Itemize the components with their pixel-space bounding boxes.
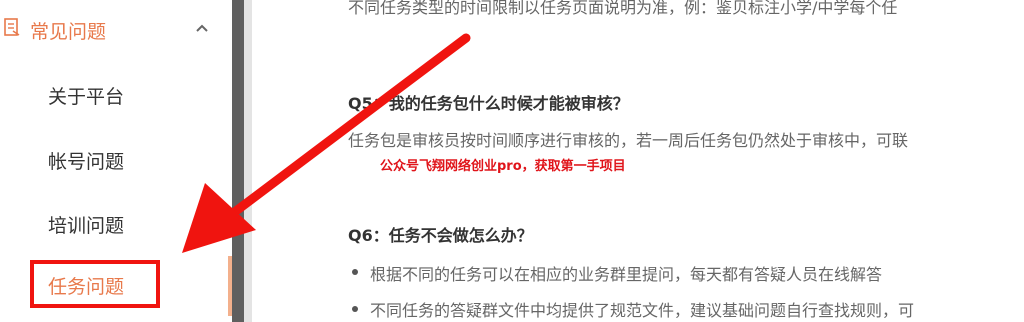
q6-bullet-1: 根据不同的任务可以在相应的业务群里提问，每天都有答疑人员在线解答 — [370, 265, 883, 284]
panel-divider — [244, 0, 252, 322]
main-content: 不同任务类型的时间限制以任务页面说明为准，例：鉴贝标注小学/中学每个任 Q5：我… — [252, 0, 1024, 322]
sidebar-item-about-platform[interactable]: 关于平台 — [48, 82, 124, 109]
sidebar: 常见问题 关于平台 帐号问题 培训问题 任务问题 — [0, 0, 232, 322]
bullet-dot — [352, 269, 358, 275]
q5-body: 任务包是审核员按时间顺序进行审核的，若一周后任务包仍然处于审核中，可联 — [348, 131, 909, 150]
q6-title: Q6：任务不会做怎么办？ — [348, 226, 533, 245]
bullet-dot — [352, 306, 358, 312]
section-title: 常见问题 — [30, 21, 107, 43]
q5-title: Q5：我的任务包什么时候才能被审核？ — [348, 94, 629, 113]
section-header-faq[interactable]: 常见问题 — [0, 8, 232, 48]
watermark-text: 公众号飞翔网络创业pro，获取第一手项目 — [380, 159, 626, 174]
sidebar-item-training-questions[interactable]: 培训问题 — [48, 211, 124, 238]
top-line-text: 不同任务类型的时间限制以任务页面说明为准，例：鉴贝标注小学/中学每个任 — [348, 0, 898, 17]
sidebar-item-account-questions[interactable]: 帐号问题 — [48, 147, 124, 174]
q6-bullet-2: 不同任务的答疑群文件中均提供了规范文件，建议基础问题自行查找规则，可 — [370, 301, 915, 320]
sidebar-item-task-questions[interactable]: 任务问题 — [48, 272, 124, 299]
chevron-up-icon[interactable] — [194, 20, 210, 36]
scrollbar-track[interactable] — [232, 0, 244, 322]
document-icon — [4, 18, 20, 36]
